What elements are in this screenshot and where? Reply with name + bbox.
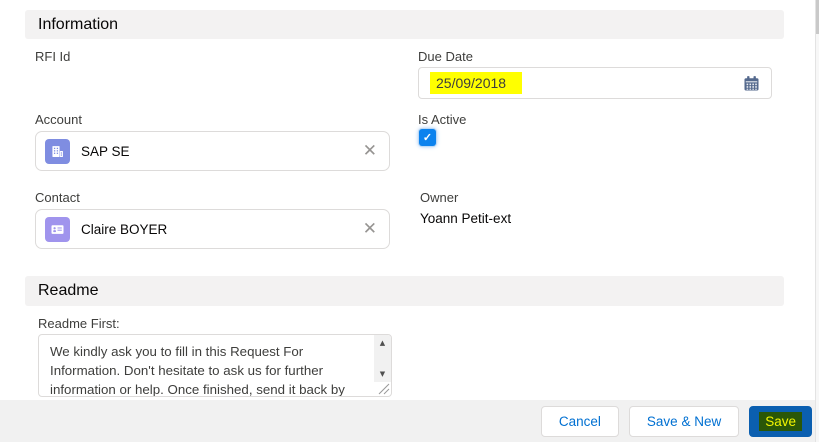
checkmark-icon: ✓ [422,132,433,144]
readme-first-textarea[interactable]: We kindly ask you to fill in this Reques… [38,334,392,397]
information-section-title: Information [38,15,119,33]
readme-section-header: Readme [25,276,784,306]
rfi-id-label: RFI Id [35,49,71,64]
readme-first-label: Readme First: [38,316,120,331]
page-scrollbar[interactable] [815,0,819,442]
due-date-value[interactable]: 25/09/2018 [430,72,523,94]
due-date-input[interactable]: 25/09/2018 [418,67,772,99]
is-active-label: Is Active [418,112,467,127]
account-remove-icon[interactable]: ✕ [363,142,377,160]
contact-card-icon [45,216,70,242]
contact-lookup-pill[interactable]: Claire BOYER ✕ [35,209,390,249]
account-lookup-pill[interactable]: SAP SE ✕ [35,131,390,171]
contact-label: Contact [35,190,80,205]
save-button[interactable]: Save [749,405,812,437]
readme-section-title: Readme [38,282,99,299]
textarea-scrollbar[interactable]: ▲ ▼ [374,335,391,382]
save-button-label: Save [759,411,802,431]
owner-value: Yoann Petit-ext [420,211,512,226]
building-icon [45,138,70,164]
scroll-down-icon[interactable]: ▼ [374,367,391,381]
owner-label: Owner [420,190,459,205]
due-date-label: Due Date [418,49,473,64]
record-edit-form: { "glyphs": { "close": "✕", "check": "✓"… [0,0,819,442]
contact-remove-icon[interactable]: ✕ [363,220,377,238]
save-and-new-button[interactable]: Save & New [628,405,740,437]
resize-grip-icon[interactable] [377,382,390,395]
information-section-header: Information [25,10,784,39]
cancel-button[interactable]: Cancel [540,405,619,437]
account-value: SAP SE [81,143,130,159]
readme-first-value[interactable]: We kindly ask you to fill in this Reques… [39,335,374,396]
account-label: Account [35,112,82,127]
is-active-checkbox[interactable]: ✓ [419,129,436,146]
calendar-icon[interactable] [743,75,760,92]
action-bar: Cancel Save & New Save [0,400,819,442]
scroll-up-icon[interactable]: ▲ [374,336,391,350]
contact-value: Claire BOYER [81,221,168,237]
